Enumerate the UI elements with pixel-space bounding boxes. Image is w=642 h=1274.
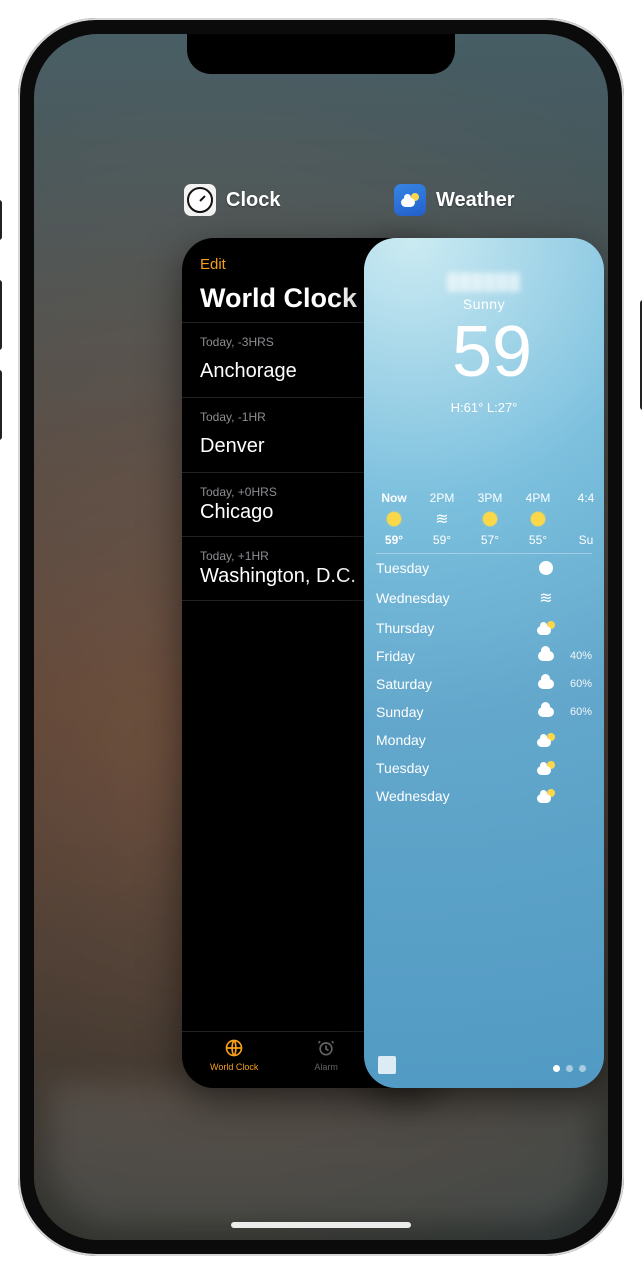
- wind-icon: ≋: [435, 509, 448, 529]
- app-switcher[interactable]: Clock Weather Edit World Clock Today, -3…: [34, 34, 608, 1240]
- location-name: ██████: [376, 274, 592, 292]
- hourly-column: 4:4 Su: [568, 491, 604, 547]
- cloud-icon: [538, 707, 554, 717]
- daily-row: Wednesday: [376, 782, 592, 810]
- hour-label: 4:4: [578, 491, 595, 505]
- city-name: Chicago: [200, 501, 273, 524]
- page-dots[interactable]: [553, 1065, 586, 1072]
- hourly-forecast[interactable]: Now 59° 2PM ≋ 59° 3PM 57° 4PM 55° 4:4 Su: [376, 491, 604, 547]
- hour-label: Now: [381, 491, 406, 505]
- hour-label: 4PM: [526, 491, 551, 505]
- precip-chance: 60%: [562, 678, 592, 690]
- daily-row: Tuesday: [376, 754, 592, 782]
- hour-temp: Su: [579, 533, 594, 547]
- partly-cloudy-icon: [537, 621, 555, 635]
- hourly-column: 4PM 55°: [520, 491, 556, 547]
- weather-app-icon: [394, 184, 426, 216]
- partly-cloudy-icon: [537, 789, 555, 803]
- precip-chance: 40%: [562, 650, 592, 662]
- screen: Clock Weather Edit World Clock Today, -3…: [34, 34, 608, 1240]
- day-name: Tuesday: [376, 560, 536, 576]
- sun-icon: [483, 512, 497, 526]
- daily-row: Wednesday≋: [376, 582, 592, 614]
- hour-temp: 59°: [433, 533, 451, 547]
- daily-row: Thursday: [376, 614, 592, 642]
- volume-up-button: [0, 280, 2, 350]
- tab-label: World Clock: [210, 1062, 258, 1072]
- daily-row: Friday 40%: [376, 642, 592, 670]
- app-label-clock[interactable]: Clock: [184, 184, 280, 216]
- clock-app-icon: [184, 184, 216, 216]
- daily-row: Saturday 60%: [376, 670, 592, 698]
- page-dot[interactable]: [553, 1065, 560, 1072]
- daily-row: Tuesday: [376, 554, 592, 582]
- sun-icon: [531, 512, 545, 526]
- hourly-column: Now 59°: [376, 491, 412, 547]
- hour-temp: 55°: [529, 533, 547, 547]
- day-name: Tuesday: [376, 760, 536, 776]
- app-name: Weather: [436, 189, 515, 212]
- day-name: Friday: [376, 648, 536, 664]
- tab-label: Alarm: [314, 1062, 338, 1072]
- volume-down-button: [0, 370, 2, 440]
- hour-label: 3PM: [478, 491, 503, 505]
- alarm-icon: [316, 1038, 336, 1060]
- tab-alarm[interactable]: Alarm: [314, 1038, 338, 1072]
- hourly-column: 3PM 57°: [472, 491, 508, 547]
- high-low: H:61° L:27°: [376, 400, 592, 415]
- city-name: Anchorage: [200, 360, 297, 383]
- wind-icon: ≋: [539, 588, 552, 608]
- phone-frame: Clock Weather Edit World Clock Today, -3…: [18, 18, 624, 1256]
- partly-cloudy-icon: [537, 761, 555, 775]
- cloud-icon: [538, 679, 554, 689]
- day-name: Wednesday: [376, 788, 536, 804]
- globe-icon: [224, 1038, 244, 1060]
- page-dot[interactable]: [566, 1065, 573, 1072]
- precip-chance: 60%: [562, 706, 592, 718]
- notch: [187, 34, 455, 74]
- sun-icon: [387, 512, 401, 526]
- tab-world-clock[interactable]: World Clock: [210, 1038, 258, 1072]
- hour-temp: 59°: [385, 533, 403, 547]
- daily-row: Sunday 60%: [376, 698, 592, 726]
- hourly-column: 2PM ≋ 59°: [424, 491, 460, 547]
- app-name: Clock: [226, 189, 280, 212]
- daily-forecast[interactable]: TuesdayWednesday≋ThursdayFriday40%Saturd…: [376, 553, 592, 810]
- city-name: Washington, D.C.: [200, 565, 356, 588]
- mute-switch: [0, 200, 2, 240]
- app-label-weather[interactable]: Weather: [394, 184, 515, 216]
- partly-cloudy-icon: [537, 733, 555, 747]
- day-name: Monday: [376, 732, 536, 748]
- city-name: Denver: [200, 435, 264, 458]
- sun-icon: [539, 561, 553, 575]
- weather-condition: Sunny: [376, 296, 592, 312]
- cloud-icon: [538, 651, 554, 661]
- weather-source-icon: [378, 1056, 396, 1074]
- page-dot[interactable]: [579, 1065, 586, 1072]
- day-name: Thursday: [376, 620, 536, 636]
- daily-row: Monday: [376, 726, 592, 754]
- hour-temp: 57°: [481, 533, 499, 547]
- day-name: Saturday: [376, 676, 536, 692]
- app-card-weather[interactable]: ██████ Sunny 59 H:61° L:27° Now 59° 2PM ≋ 59…: [364, 238, 604, 1088]
- day-name: Sunday: [376, 704, 536, 720]
- current-temperature: 59: [384, 316, 600, 388]
- day-name: Wednesday: [376, 590, 536, 606]
- hour-label: 2PM: [430, 491, 455, 505]
- home-indicator[interactable]: [231, 1222, 411, 1228]
